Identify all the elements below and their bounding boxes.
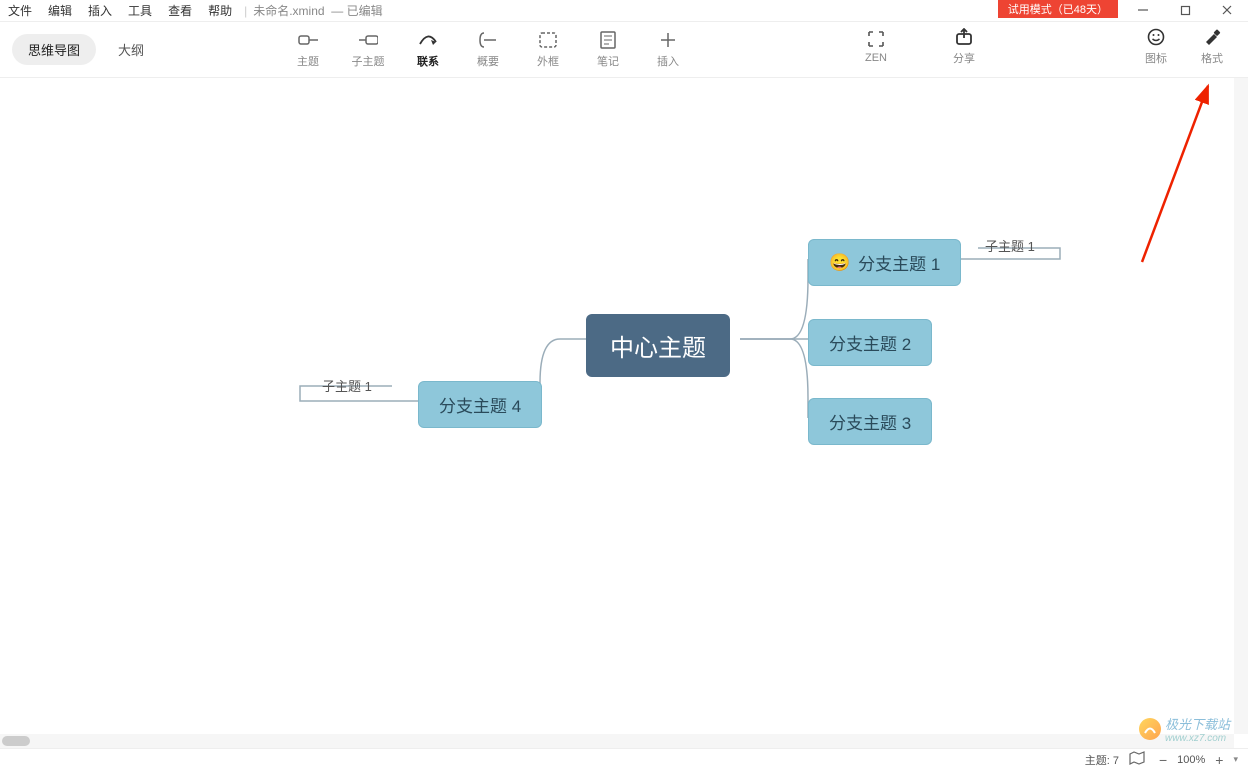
tool-group-right: 图标 格式 bbox=[1132, 24, 1236, 70]
tool-insert[interactable]: 插入 bbox=[640, 27, 696, 73]
vertical-scrollbar[interactable] bbox=[1234, 78, 1248, 734]
tool-relationship[interactable]: 联系 bbox=[400, 27, 456, 73]
subtopic-icon bbox=[358, 31, 378, 49]
trial-badge[interactable]: 试用模式（已48天） bbox=[998, 0, 1118, 18]
tool-label: 子主题 bbox=[352, 53, 385, 69]
tool-topic[interactable]: 主题 bbox=[280, 27, 336, 73]
tool-group-zen-share: ZEN 分享 bbox=[852, 24, 988, 70]
document-title: 未命名.xmind — 已编辑 bbox=[253, 2, 382, 19]
tool-share[interactable]: 分享 bbox=[940, 24, 988, 70]
menu-edit[interactable]: 编辑 bbox=[40, 2, 80, 19]
boundary-icon bbox=[538, 31, 558, 49]
topic-count: 主题: 7 bbox=[1085, 752, 1119, 768]
insert-icon bbox=[658, 31, 678, 49]
toolbar: 思维导图 大纲 主题 子主题 联系 概要 外框 笔记 插入 bbox=[0, 22, 1248, 78]
menu-separator: | bbox=[244, 4, 247, 18]
zen-icon bbox=[866, 30, 886, 48]
minimize-button[interactable] bbox=[1122, 0, 1164, 20]
center-topic-node[interactable]: 中心主题 bbox=[586, 314, 730, 377]
mindmap-canvas[interactable]: 中心主题 😄 分支主题 1 分支主题 2 分支主题 3 分支主题 4 子主题 1… bbox=[0, 78, 1248, 748]
tool-label: 外框 bbox=[537, 53, 559, 69]
summary-icon bbox=[478, 31, 498, 49]
horizontal-scrollbar[interactable] bbox=[0, 734, 1234, 748]
tool-label: 联系 bbox=[417, 53, 439, 69]
watermark-url: www.xz7.com bbox=[1165, 733, 1230, 744]
scroll-thumb[interactable] bbox=[2, 736, 30, 746]
tool-label: 分享 bbox=[953, 50, 975, 66]
menu-tools[interactable]: 工具 bbox=[120, 2, 160, 19]
map-icon[interactable] bbox=[1129, 751, 1145, 768]
zoom-controls: − 100% + ▾ bbox=[1155, 752, 1238, 768]
tool-icons[interactable]: 图标 bbox=[1132, 24, 1180, 70]
branch-node-1[interactable]: 😄 分支主题 1 bbox=[808, 239, 961, 286]
smiley-icon bbox=[1146, 28, 1166, 46]
tool-summary[interactable]: 概要 bbox=[460, 27, 516, 73]
connectors bbox=[0, 78, 1248, 748]
zoom-out-button[interactable]: − bbox=[1155, 752, 1171, 768]
tool-label: 笔记 bbox=[597, 53, 619, 69]
annotation-arrow bbox=[1130, 78, 1220, 272]
menu-file[interactable]: 文件 bbox=[0, 2, 40, 19]
tool-label: ZEN bbox=[865, 52, 887, 64]
tool-label: 插入 bbox=[657, 53, 679, 69]
tool-subtopic[interactable]: 子主题 bbox=[340, 27, 396, 73]
view-tabs: 思维导图 大纲 bbox=[12, 34, 160, 65]
zoom-level[interactable]: 100% bbox=[1177, 754, 1205, 766]
tool-label: 主题 bbox=[297, 53, 319, 69]
maximize-button[interactable] bbox=[1164, 0, 1206, 20]
tool-note[interactable]: 笔记 bbox=[580, 27, 636, 73]
chevron-down-icon[interactable]: ▾ bbox=[1233, 754, 1238, 765]
tool-group-main: 主题 子主题 联系 概要 外框 笔记 插入 bbox=[280, 27, 696, 73]
emoji-icon: 😄 bbox=[829, 253, 850, 273]
note-icon bbox=[598, 31, 618, 49]
menu-help[interactable]: 帮助 bbox=[200, 2, 240, 19]
tool-label: 格式 bbox=[1201, 50, 1223, 66]
tab-outline[interactable]: 大纲 bbox=[102, 34, 160, 65]
tool-boundary[interactable]: 外框 bbox=[520, 27, 576, 73]
tool-label: 概要 bbox=[477, 53, 499, 69]
tool-label: 图标 bbox=[1145, 50, 1167, 66]
format-icon bbox=[1202, 28, 1222, 46]
window-controls bbox=[1122, 0, 1248, 20]
branch-node-2[interactable]: 分支主题 2 bbox=[808, 319, 932, 366]
tab-mindmap[interactable]: 思维导图 bbox=[12, 34, 96, 65]
subtopic-right[interactable]: 子主题 1 bbox=[985, 236, 1035, 255]
watermark-logo-icon bbox=[1139, 718, 1161, 740]
tool-zen[interactable]: ZEN bbox=[852, 24, 900, 70]
menu-bar: 文件 编辑 插入 工具 查看 帮助 | 未命名.xmind — 已编辑 试用模式… bbox=[0, 0, 1248, 22]
watermark-text: 极光下载站 bbox=[1165, 714, 1230, 733]
close-button[interactable] bbox=[1206, 0, 1248, 20]
branch-node-4[interactable]: 分支主题 4 bbox=[418, 381, 542, 428]
watermark: 极光下载站 www.xz7.com bbox=[1139, 714, 1230, 744]
topic-icon bbox=[298, 31, 318, 49]
menu-view[interactable]: 查看 bbox=[160, 2, 200, 19]
branch-node-3[interactable]: 分支主题 3 bbox=[808, 398, 932, 445]
menu-insert[interactable]: 插入 bbox=[80, 2, 120, 19]
branch-label: 分支主题 1 bbox=[858, 250, 940, 275]
subtopic-left[interactable]: 子主题 1 bbox=[322, 376, 372, 395]
relationship-icon bbox=[418, 31, 438, 49]
share-icon bbox=[954, 28, 974, 46]
tool-format[interactable]: 格式 bbox=[1188, 24, 1236, 70]
zoom-in-button[interactable]: + bbox=[1211, 752, 1227, 768]
status-bar: 主题: 7 − 100% + ▾ bbox=[0, 748, 1248, 770]
